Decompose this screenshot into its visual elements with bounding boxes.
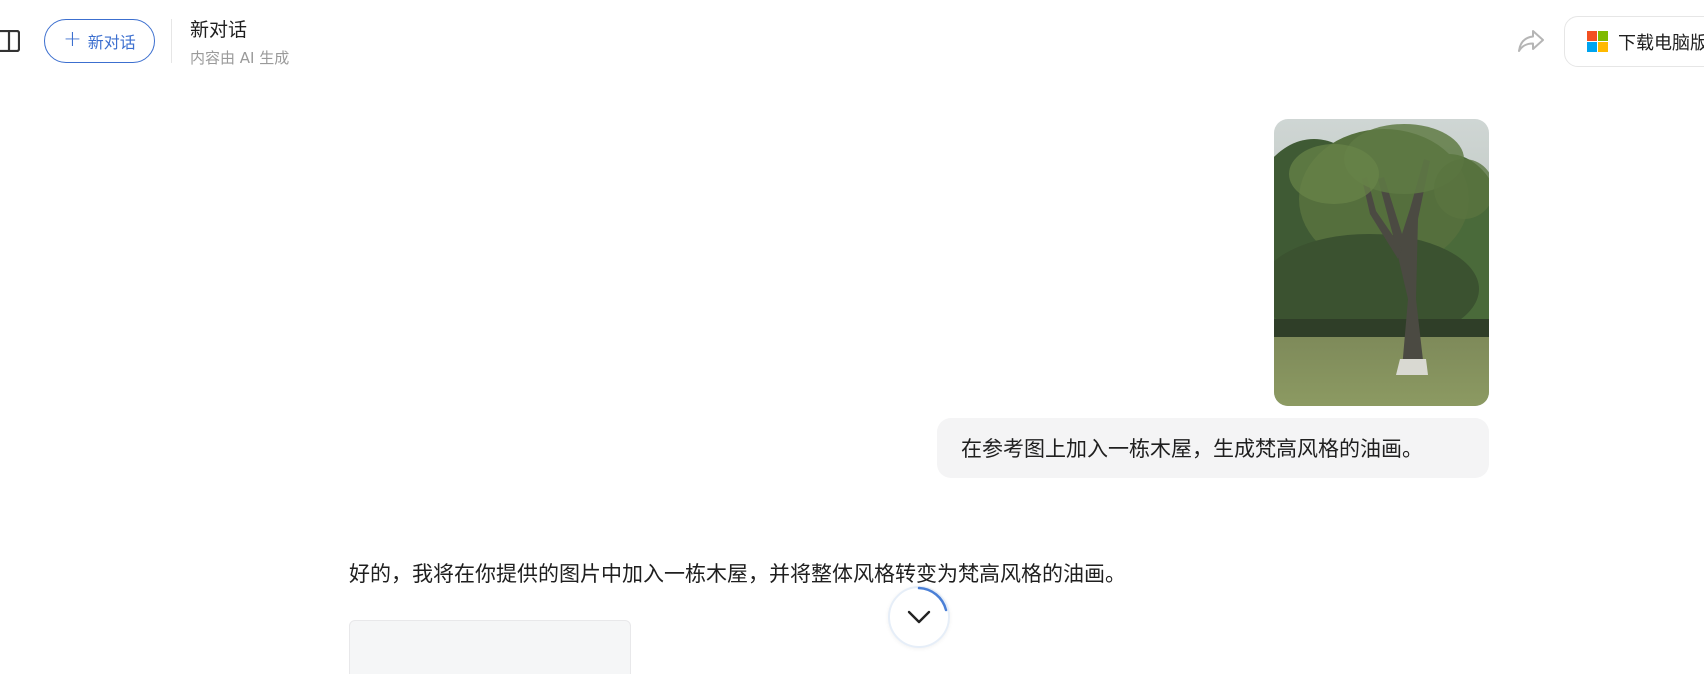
reference-image-tree[interactable] xyxy=(1274,119,1489,406)
user-message-text: 在参考图上加入一栋木屋，生成梵高风格的油画。 xyxy=(961,437,1423,461)
user-message-bubble: 在参考图上加入一栋木屋，生成梵高风格的油画。 xyxy=(937,418,1489,478)
share-icon[interactable] xyxy=(1516,27,1546,55)
header-divider xyxy=(171,19,172,63)
assistant-message-text: 好的，我将在你提供的图片中加入一栋木屋，并将整体风格转变为梵高风格的油画。 xyxy=(349,562,1126,586)
ai-disclaimer: 内容由 AI 生成 xyxy=(190,49,290,67)
chat-page: + 新对话 新对话 内容由 AI 生成 下载电脑版 在参考图上加入一栋木屋，生成… xyxy=(0,0,1704,674)
page-title: 新对话 xyxy=(190,19,248,41)
new-chat-label: 新对话 xyxy=(87,33,136,52)
loading-arc xyxy=(917,586,948,612)
conversation-header: 新对话 内容由 AI 生成 xyxy=(190,17,289,69)
new-chat-button[interactable]: + 新对话 xyxy=(44,19,155,63)
scroll-to-bottom-button[interactable] xyxy=(888,586,950,648)
sidebar-toggle-icon[interactable] xyxy=(0,29,21,53)
plus-icon: + xyxy=(63,27,82,52)
download-desktop-button[interactable]: 下载电脑版 xyxy=(1564,16,1704,67)
generated-image-placeholder xyxy=(349,620,631,674)
download-label: 下载电脑版 xyxy=(1618,32,1704,54)
microsoft-logo-icon xyxy=(1587,31,1608,52)
